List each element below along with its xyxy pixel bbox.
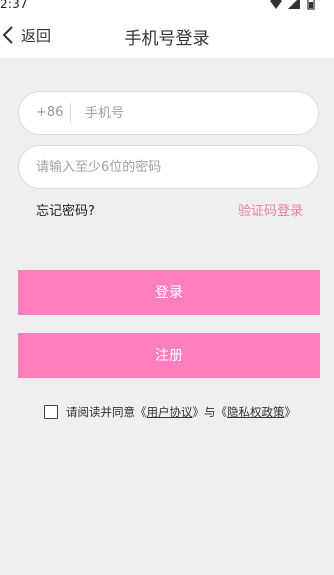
login-button[interactable]: 登录 (18, 270, 320, 315)
agreement-prefix: 请阅读并同意《 (66, 405, 147, 419)
nav-bar: 返回 手机号登录 (0, 12, 334, 58)
status-time: 2:37 (0, 0, 28, 11)
status-icons (270, 0, 315, 10)
forgot-password-link[interactable]: 忘记密码? (36, 200, 95, 219)
page-title: 手机号登录 (124, 29, 210, 49)
register-button[interactable]: 注册 (18, 333, 320, 378)
country-code: +86 (36, 105, 64, 120)
password-input[interactable] (36, 146, 306, 188)
agreement-row: 请阅读并同意《 用户协议 》与《 隐私权政策 》 (44, 403, 296, 421)
privacy-policy-link[interactable]: 隐私权政策 (227, 404, 285, 420)
password-field (18, 145, 319, 189)
user-agreement-link[interactable]: 用户协议 (147, 404, 193, 420)
status-bar: 2:37 (0, 0, 334, 12)
agreement-checkbox[interactable] (44, 405, 58, 419)
agreement-suffix: 》 (284, 405, 297, 419)
wifi-icon (270, 0, 282, 9)
signal-icon (288, 0, 300, 9)
phone-field: +86 (18, 91, 319, 135)
agreement-middle: 》与《 (192, 405, 228, 419)
field-divider (70, 103, 71, 123)
code-login-link[interactable]: 验证码登录 (238, 200, 303, 219)
phone-input[interactable] (85, 92, 305, 134)
